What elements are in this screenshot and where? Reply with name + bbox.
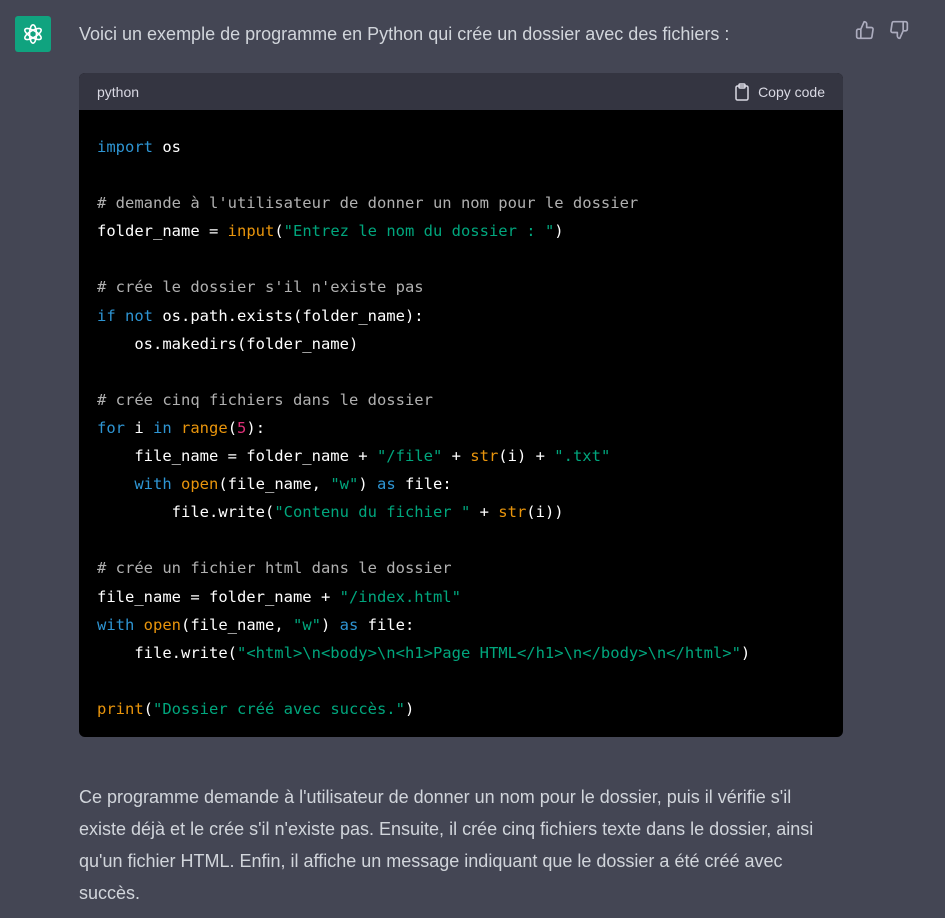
code-token: ) (404, 699, 415, 718)
code-line: for i in range(5): (97, 414, 825, 442)
code-line: os.makedirs(folder_name) (97, 330, 825, 358)
code-token: "Entrez le nom du dossier : " (283, 222, 555, 241)
code-token: folder_name = (97, 222, 228, 241)
feedback-buttons (855, 20, 909, 40)
code-token: file: (358, 615, 415, 634)
assistant-avatar (15, 16, 51, 52)
code-token: "w" (330, 475, 359, 494)
code-line: print("Dossier créé avec succès.") (97, 695, 825, 723)
code-token: open (143, 615, 181, 634)
code-line: import os (97, 133, 825, 161)
code-line: # crée cinq fichiers dans le dossier (97, 386, 825, 414)
code-token: "/index.html" (339, 587, 461, 606)
code-token: input (227, 222, 275, 241)
code-token: ) (740, 643, 751, 662)
code-block: python Copy code import os # demande à l… (79, 73, 843, 737)
code-token: ".txt" (554, 447, 611, 466)
code-token: print (97, 699, 144, 718)
thumbs-up-icon[interactable] (855, 20, 875, 40)
code-line: file.write("<html>\n<body>\n<h1>Page HTM… (97, 639, 825, 667)
code-token: if (97, 306, 116, 325)
code-token: "Dossier créé avec succès." (153, 699, 405, 718)
code-token: file_name = folder_name + (97, 447, 377, 466)
thumbs-down-icon[interactable] (889, 20, 909, 40)
code-line: # demande à l'utilisateur de donner un n… (97, 189, 825, 217)
copy-code-button[interactable]: Copy code (734, 82, 825, 101)
code-line: file_name = folder_name + "/index.html" (97, 583, 825, 611)
message-intro: Voici un exemple de programme en Python … (79, 24, 730, 44)
code-token: "w" (292, 615, 321, 634)
code-line: file_name = folder_name + "/file" + str(… (97, 442, 825, 470)
code-token: (i) + (498, 447, 555, 466)
code-token: ( (274, 222, 284, 241)
clipboard-icon (735, 82, 749, 101)
code-token: str (498, 503, 527, 522)
code-token: # crée cinq fichiers dans le dossier (97, 390, 433, 409)
code-token: + (442, 447, 471, 466)
code-token: file.write( (97, 643, 237, 662)
copy-code-label: Copy code (758, 83, 825, 100)
code-token: os.makedirs(folder_name) (97, 334, 359, 353)
code-language-label: python (97, 83, 140, 100)
code-token: ) (320, 615, 340, 634)
code-token: # demande à l'utilisateur de donner un n… (97, 194, 639, 213)
code-token: "Contenu du fichier " (274, 503, 471, 522)
openai-logo-icon (24, 23, 42, 45)
code-token: i (125, 418, 153, 437)
code-token: # crée un fichier html dans le dossier (97, 559, 452, 578)
code-token: file_name = folder_name + (97, 587, 340, 606)
code-token: (i)) (526, 503, 564, 522)
code-token: not (125, 306, 154, 325)
code-header: python Copy code (79, 73, 843, 110)
code-token: as (376, 475, 396, 494)
code-token: file.write( (97, 503, 275, 522)
code-token: ): (246, 418, 266, 437)
code-line: with open(file_name, "w") as file: (97, 611, 825, 639)
code-token: as (339, 615, 359, 634)
code-line: with open(file_name, "w") as file: (97, 470, 825, 498)
message-outro: Ce programme demande à l'utilisateur de … (79, 787, 814, 903)
code-line: file.write("Contenu du fichier " + str(i… (97, 498, 825, 526)
code-token: (file_name, (181, 615, 293, 634)
code-token: range (181, 418, 228, 437)
code-token: os.path.exists(folder_name): (153, 306, 424, 325)
code-content: import os # demande à l'utilisateur de d… (79, 110, 843, 723)
code-token: "<html>\n<body>\n<h1>Page HTML</h1>\n</b… (236, 643, 741, 662)
code-token: str (470, 447, 499, 466)
code-token: ) (554, 222, 564, 241)
code-token: + (470, 503, 499, 522)
code-token: "/file" (376, 447, 443, 466)
code-token: os (153, 138, 181, 156)
code-token: ) (358, 475, 377, 494)
code-line: # crée le dossier s'il n'existe pas (97, 273, 825, 301)
code-token: ( (227, 418, 238, 437)
code-line: if not os.path.exists(folder_name): (97, 302, 825, 330)
code-token: ( (143, 699, 154, 718)
code-line: folder_name = input("Entrez le nom du do… (97, 217, 825, 245)
code-token: 5 (237, 418, 247, 437)
code-token: # crée le dossier s'il n'existe pas (97, 278, 424, 297)
code-token: for (97, 418, 125, 437)
code-token: with (97, 615, 135, 634)
code-token: with (134, 475, 172, 494)
code-token: import (97, 138, 153, 156)
code-token: (file_name, (218, 475, 331, 494)
code-line: # crée un fichier html dans le dossier (97, 554, 825, 582)
code-token: file: (395, 475, 452, 494)
code-token: open (181, 475, 219, 494)
code-token: in (153, 418, 172, 437)
